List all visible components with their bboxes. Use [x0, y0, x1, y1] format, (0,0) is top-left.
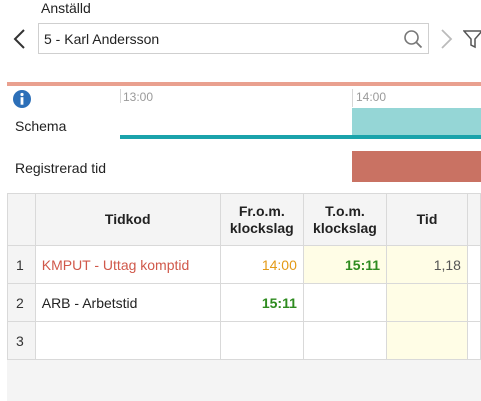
- cell-extra: [466, 321, 481, 360]
- cell-time[interactable]: [386, 321, 468, 360]
- cell-from[interactable]: 14:00: [219, 245, 304, 284]
- registered-time-block[interactable]: [352, 151, 481, 182]
- filter-icon[interactable]: [463, 28, 481, 50]
- col-header-from[interactable]: Fr.o.m. klockslag: [219, 193, 304, 246]
- tick-1300: 13:00: [123, 90, 154, 104]
- schedule-row-label: Schema: [15, 118, 67, 134]
- tick-line-1300: [120, 89, 121, 103]
- col-header-code[interactable]: Tidkod: [34, 193, 221, 246]
- row-number: 3: [7, 321, 36, 360]
- row-number: 2: [7, 283, 36, 322]
- search-icon[interactable]: [403, 29, 423, 49]
- table-row[interactable]: 1 KMPUT - Uttag komptid 14:00 15:11 1,18: [7, 245, 481, 284]
- table-row[interactable]: 2 ARB - Arbetstid 15:11: [7, 283, 481, 322]
- row-number-header: [7, 193, 36, 246]
- to-header-line2: klockslag: [313, 219, 377, 236]
- info-icon[interactable]: [12, 89, 32, 109]
- table-header-row: Tidkod Fr.o.m. klockslag T.o.m. klocksla…: [7, 193, 481, 246]
- schedule-line: [120, 135, 481, 139]
- registered-row-label: Registrerad tid: [15, 160, 107, 176]
- cell-from[interactable]: [219, 321, 304, 360]
- col-header-to[interactable]: T.o.m. klockslag: [302, 193, 388, 246]
- cell-code[interactable]: KMPUT - Uttag komptid: [34, 245, 221, 284]
- header-divider: [7, 82, 481, 86]
- tick-line-1400: [352, 89, 353, 107]
- col-header-extra: [466, 193, 481, 246]
- table-row[interactable]: 3: [7, 321, 481, 360]
- time-code-table: Tidkod Fr.o.m. klockslag T.o.m. klocksla…: [7, 193, 481, 360]
- back-chevron-icon[interactable]: [10, 27, 30, 51]
- row-number: 1: [7, 245, 36, 284]
- employee-value: 5 - Karl Andersson: [44, 31, 160, 47]
- cell-to[interactable]: [302, 321, 388, 360]
- cell-code[interactable]: [34, 321, 221, 360]
- cell-to[interactable]: [302, 283, 388, 322]
- to-header-line1: T.o.m.: [325, 202, 365, 219]
- cell-to[interactable]: 15:11: [302, 245, 388, 284]
- cell-time[interactable]: [386, 283, 468, 322]
- from-header-line1: Fr.o.m.: [238, 202, 285, 219]
- cell-from[interactable]: 15:11: [219, 283, 304, 322]
- cell-extra: [466, 245, 481, 284]
- col-header-time[interactable]: Tid: [386, 193, 468, 246]
- cell-time[interactable]: 1,18: [386, 245, 468, 284]
- tick-1400: 14:00: [356, 90, 387, 104]
- employee-select[interactable]: 5 - Karl Andersson: [38, 23, 429, 54]
- cell-extra: [466, 283, 481, 322]
- schedule-block[interactable]: [352, 108, 481, 135]
- employee-label: Anställd: [41, 0, 91, 16]
- from-header-line2: klockslag: [229, 219, 294, 236]
- cell-code[interactable]: ARB - Arbetstid: [34, 283, 221, 322]
- forward-chevron-icon[interactable]: [437, 27, 455, 51]
